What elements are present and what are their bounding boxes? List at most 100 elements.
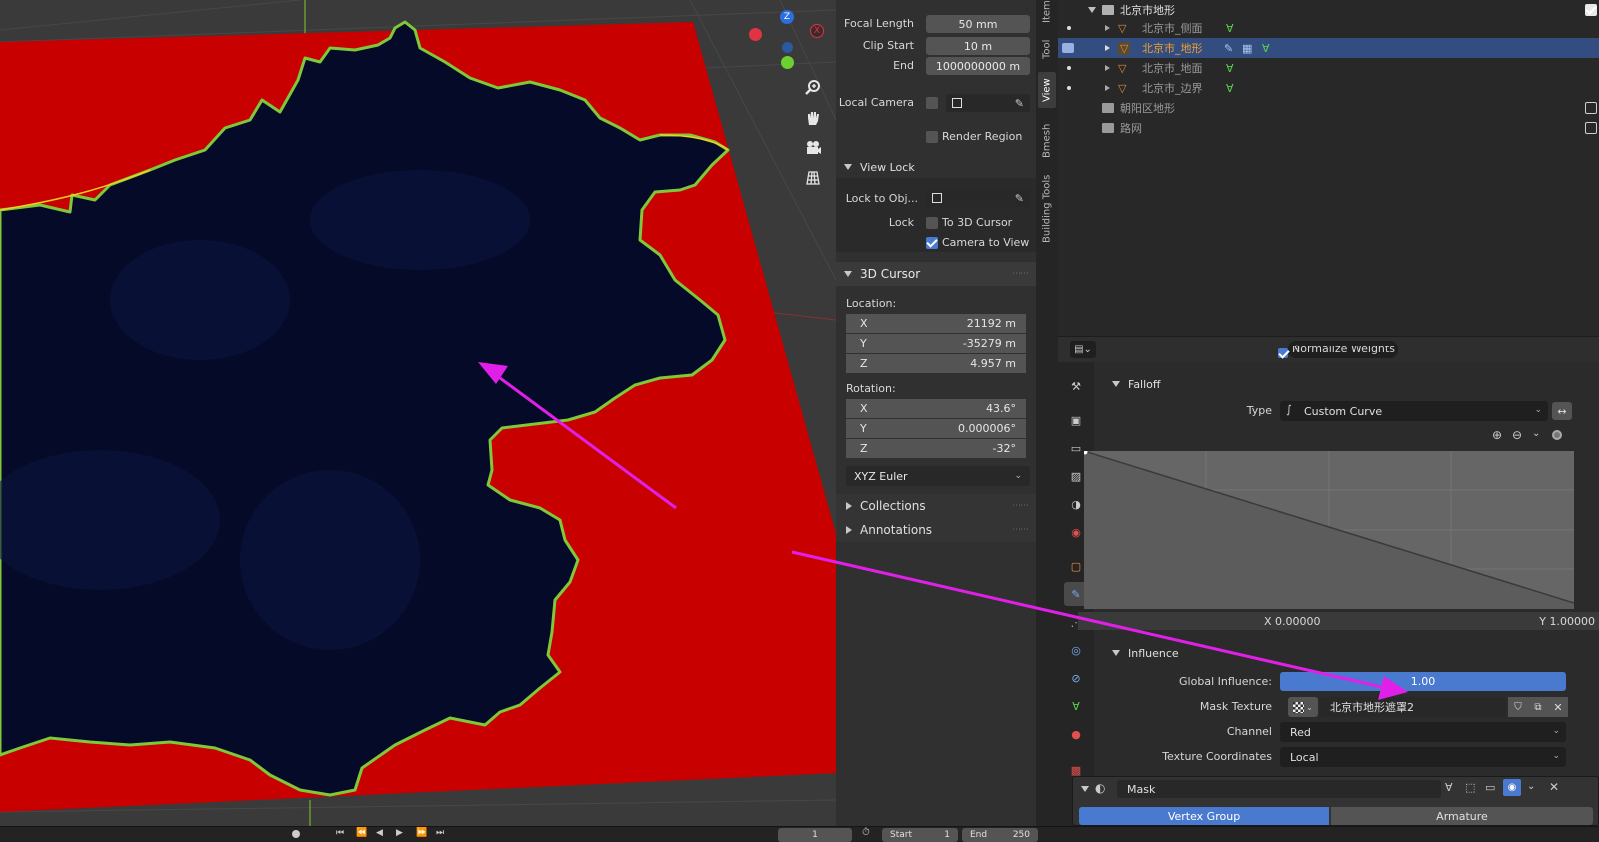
chevron-down-icon[interactable]: ⌄ [1527, 781, 1535, 792]
swap-arrows-icon[interactable]: ↔ [1552, 402, 1572, 420]
zoom-icon[interactable] [801, 76, 825, 100]
curve-y-readout[interactable]: Y 1.00000 [1539, 615, 1595, 628]
duplicate-texture-icon[interactable]: ⧉ [1528, 697, 1548, 717]
falloff-panel-header[interactable]: Falloff [1094, 374, 1599, 394]
cursor-rotation-z[interactable]: Z -32° [846, 439, 1026, 458]
focal-length-field[interactable]: 50 mm [926, 15, 1030, 33]
collections-panel-header[interactable]: Collections ⋯⋯ [836, 494, 1036, 518]
mesh-data-icon[interactable]: ∀ [1064, 694, 1088, 718]
visibility-dot-icon[interactable] [1067, 66, 1071, 70]
annotations-panel-header[interactable]: Annotations ⋯⋯ [836, 518, 1036, 542]
3d-cursor-panel-header[interactable]: 3D Cursor ⋯⋯ [836, 262, 1036, 286]
expand-triangle-icon[interactable] [1105, 25, 1110, 31]
material-icon[interactable]: ● [1064, 722, 1088, 746]
visibility-dot-icon[interactable] [1067, 86, 1071, 90]
camera-to-view-checkbox[interactable] [926, 237, 938, 249]
collection-include-checkbox[interactable] [1585, 102, 1597, 114]
gizmo-x-dot[interactable]: X [810, 24, 824, 38]
curve-handle-dot-icon[interactable] [1552, 430, 1562, 440]
gizmo-z-dot[interactable]: Z [780, 10, 794, 24]
texture-coordinates-dropdown[interactable]: Local ⌄ [1280, 747, 1566, 767]
camera-view-icon[interactable] [801, 136, 825, 160]
global-influence-slider[interactable]: 1.00 [1280, 672, 1566, 691]
collapse-triangle-icon[interactable] [1081, 786, 1089, 792]
drag-grip-icon[interactable]: ⋯⋯ [1012, 269, 1029, 279]
rotation-mode-dropdown[interactable]: XYZ Euler ⌄ [846, 466, 1030, 486]
visibility-dot-icon[interactable] [1067, 26, 1071, 30]
clip-start-field[interactable]: 10 m [926, 37, 1030, 55]
clip-end-field[interactable]: 1000000000 m [926, 57, 1030, 75]
channel-dropdown[interactable]: Red ⌄ [1280, 722, 1566, 742]
prev-keyframe-icon[interactable]: ⏪ [356, 828, 367, 838]
cursor-location-x[interactable]: X 21192 m [846, 314, 1026, 333]
cursor-rotation-y[interactable]: Y 0.000006° [846, 419, 1026, 438]
jump-start-icon[interactable]: ⏮ [336, 828, 344, 838]
render-camera-icon[interactable]: ◉ [1503, 779, 1521, 796]
tab-item[interactable]: Item [1038, 0, 1056, 24]
view-lock-header[interactable]: View Lock [836, 157, 1036, 177]
outliner-collection-row[interactable]: 朝阳区地形 [1058, 98, 1599, 118]
eyedropper-icon[interactable]: ✎ [1015, 97, 1024, 110]
tab-tool[interactable]: Tool [1038, 34, 1056, 64]
jump-end-icon[interactable]: ⏭ [436, 828, 444, 838]
outliner-object-row[interactable]: ▽ 北京市_地面 ∀ [1058, 58, 1599, 78]
3d-viewport[interactable]: Z X [0, 0, 836, 826]
collection-include-checkbox[interactable] [1585, 122, 1597, 134]
outliner-object-row[interactable]: ▽ 北京市_边界 ∀ [1058, 78, 1599, 98]
current-frame-field[interactable]: 1 [778, 828, 852, 842]
chevron-down-icon[interactable]: ⌄ [1532, 428, 1540, 439]
cursor-location-z[interactable]: Z 4.957 m [846, 354, 1026, 373]
gizmo-y-neg-dot[interactable] [782, 42, 793, 53]
curve-x-readout[interactable]: X 0.00000 [1264, 615, 1321, 628]
expand-triangle-icon[interactable] [1105, 65, 1110, 71]
play-reverse-icon[interactable]: ◀ [376, 828, 383, 838]
local-camera-picker[interactable]: ✎ [946, 94, 1030, 112]
start-frame-field[interactable]: Start 1 [882, 828, 958, 842]
render-icon[interactable]: ▣ [1064, 408, 1088, 432]
to-3d-cursor-checkbox[interactable] [926, 217, 938, 229]
modifier-name-field[interactable]: Mask [1117, 780, 1441, 798]
render-region-checkbox[interactable] [926, 131, 938, 143]
cursor-location-y[interactable]: Y -35279 m [846, 334, 1026, 353]
play-icon[interactable]: ▶ [396, 828, 403, 838]
editor-type-icon[interactable]: ▤⌄ [1070, 341, 1096, 358]
zoom-out-icon[interactable]: ⊖ [1512, 428, 1522, 442]
edit-mode-icon[interactable]: ⬚ [1465, 781, 1475, 794]
mode-armature-button[interactable]: Armature [1331, 807, 1593, 825]
gizmo-y-dot[interactable] [781, 56, 794, 69]
drag-grip-icon[interactable]: ⋯⋯ [1012, 501, 1029, 511]
ortho-grid-icon[interactable] [801, 166, 825, 190]
local-camera-checkbox[interactable] [926, 97, 938, 109]
collection-include-checkbox[interactable] [1585, 4, 1597, 16]
tab-view[interactable]: View [1038, 72, 1056, 108]
falloff-curve-editor[interactable] [1084, 451, 1574, 609]
influence-panel-header[interactable]: Influence [1094, 643, 1599, 663]
gizmo-x-neg-dot[interactable] [749, 28, 762, 41]
edit-mode-icon[interactable] [1062, 43, 1074, 53]
remove-modifier-close-icon[interactable]: ✕ [1549, 780, 1559, 794]
keyframe-dot-icon[interactable] [292, 830, 300, 838]
normalize-weights-checkbox[interactable] [1278, 348, 1288, 358]
cursor-rotation-x[interactable]: X 43.6° [846, 399, 1026, 418]
zoom-in-icon[interactable]: ⊕ [1492, 428, 1502, 442]
constraint-icon[interactable]: ⊘ [1064, 666, 1088, 690]
unlink-close-icon[interactable]: ✕ [1548, 697, 1568, 717]
lock-to-object-picker[interactable]: ✎ [926, 189, 1030, 207]
tool-icon[interactable]: ⚒ [1064, 374, 1088, 398]
expand-triangle-icon[interactable] [1105, 85, 1110, 91]
tab-bmesh[interactable]: Bmesh [1038, 118, 1056, 164]
end-frame-field[interactable]: End 250 [962, 828, 1038, 842]
outliner-object-row[interactable]: ▽ 北京市_侧面 ∀ [1058, 18, 1599, 38]
drag-grip-icon[interactable]: ⋯⋯ [1012, 525, 1029, 535]
falloff-type-dropdown[interactable]: ∫ Custom Curve ⌄ [1280, 401, 1548, 421]
tab-building-tools[interactable]: Building Tools [1038, 172, 1056, 246]
eyedropper-icon[interactable]: ✎ [1015, 192, 1024, 205]
stopwatch-icon[interactable]: ⏱ [862, 827, 870, 838]
outliner-collection-row[interactable]: 北京市地形 [1058, 0, 1599, 20]
next-keyframe-icon[interactable]: ⏩ [416, 828, 427, 838]
pan-hand-icon[interactable] [801, 106, 825, 130]
outliner-object-row-selected[interactable]: ▽ 北京市_地形 ✎ ▦ ∀ [1058, 38, 1599, 58]
realtime-display-icon[interactable]: ▭ [1485, 781, 1495, 794]
texture-browse-button[interactable]: ⌄ [1288, 697, 1318, 717]
mask-texture-name-field[interactable]: 北京市地形遮罩2 [1320, 697, 1506, 717]
